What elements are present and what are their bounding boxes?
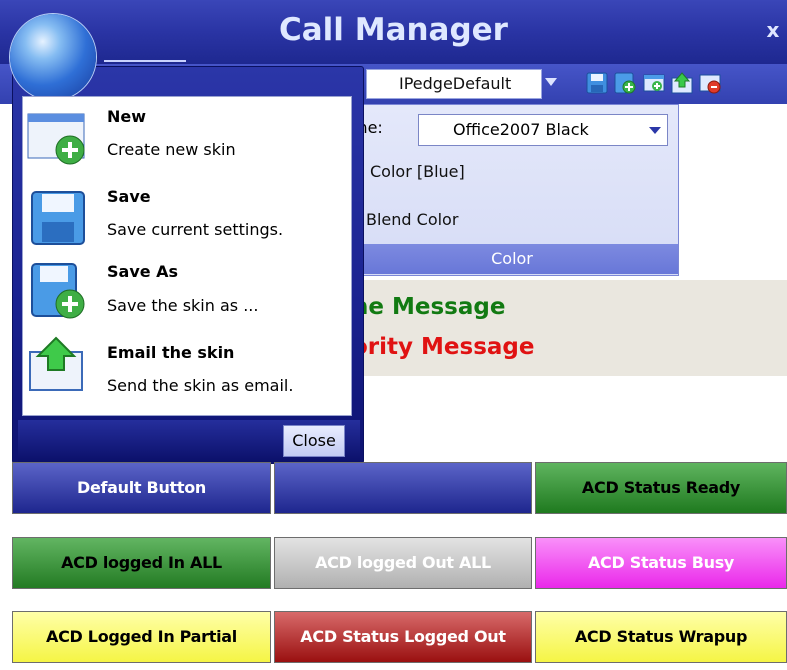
divider	[104, 60, 186, 62]
skin-select[interactable]: IPedgeDefault	[366, 69, 542, 99]
acd-logged-in-all-button[interactable]: ACD logged In ALL	[12, 537, 271, 589]
menu-item-save-desc: Save current settings.	[107, 220, 284, 239]
acd-status-ready-button[interactable]: ACD Status Ready	[535, 462, 787, 514]
color-option[interactable]: Color [Blue]	[370, 162, 570, 186]
save-icon	[26, 188, 90, 248]
menu-item-email[interactable]: Email the skin	[107, 343, 347, 365]
menu-item-save-as-desc: Save the skin as ...	[107, 296, 259, 315]
menu-item-email-desc: Send the skin as email.	[107, 376, 294, 395]
message-line-2: ority Message	[352, 334, 535, 360]
menu-item-new[interactable]: New	[107, 107, 347, 129]
delete-icon[interactable]	[699, 72, 721, 94]
chevron-down-icon[interactable]	[649, 127, 661, 134]
blank-button[interactable]	[274, 462, 532, 514]
new-skin-icon	[26, 108, 90, 168]
default-button[interactable]: Default Button	[12, 462, 271, 514]
close-menu-button[interactable]: Close	[283, 425, 345, 457]
chevron-down-icon[interactable]	[545, 78, 557, 86]
color-group-label: Color	[346, 244, 678, 274]
blend-color-option[interactable]: Blend Color	[366, 210, 566, 234]
app-orb-button[interactable]	[10, 14, 96, 100]
window-title: Call Manager	[279, 12, 508, 48]
upload-icon[interactable]	[671, 72, 693, 94]
acd-logged-out-all-button[interactable]: ACD logged Out ALL	[274, 537, 532, 589]
menu-item-save[interactable]: Save	[107, 187, 347, 209]
content-area	[345, 376, 787, 458]
save-as-icon	[26, 262, 90, 322]
menu-item-new-desc: Create new skin	[107, 140, 236, 159]
add-window-icon[interactable]	[643, 72, 665, 94]
save-icon[interactable]	[586, 72, 608, 94]
acd-status-busy-button[interactable]: ACD Status Busy	[535, 537, 787, 589]
email-upload-icon	[26, 336, 90, 396]
close-window-button[interactable]: x	[762, 18, 784, 44]
message-line-1: ne Message	[352, 294, 506, 320]
theme-select[interactable]: Office2007 Black	[418, 114, 668, 146]
add-icon[interactable]	[614, 72, 636, 94]
acd-logged-in-partial-button[interactable]: ACD Logged In Partial	[12, 611, 271, 663]
acd-status-logged-out-button[interactable]: ACD Status Logged Out	[274, 611, 532, 663]
acd-status-wrapup-button[interactable]: ACD Status Wrapup	[535, 611, 787, 663]
menu-item-save-as[interactable]: Save As	[107, 262, 347, 284]
